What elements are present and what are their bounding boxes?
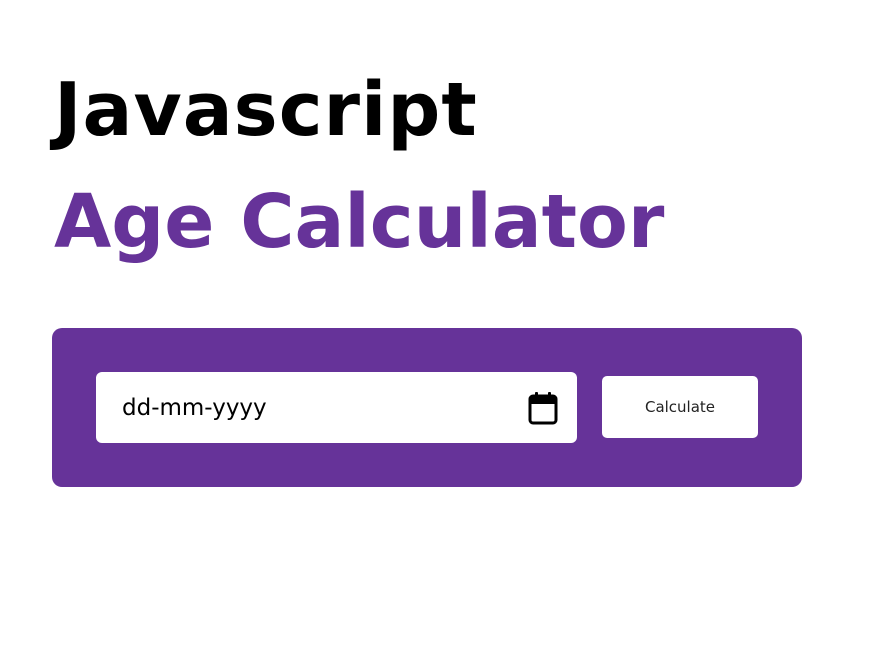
date-input[interactable] bbox=[96, 372, 506, 443]
page-title: Javascript bbox=[54, 67, 478, 153]
calculator-panel: Calculate bbox=[52, 328, 802, 487]
calendar-icon[interactable] bbox=[527, 391, 559, 425]
date-field[interactable] bbox=[96, 372, 577, 443]
calculate-button[interactable]: Calculate bbox=[602, 376, 758, 438]
page: Javascript Age Calculator Calculate bbox=[0, 0, 886, 659]
page-subtitle: Age Calculator bbox=[54, 179, 665, 265]
